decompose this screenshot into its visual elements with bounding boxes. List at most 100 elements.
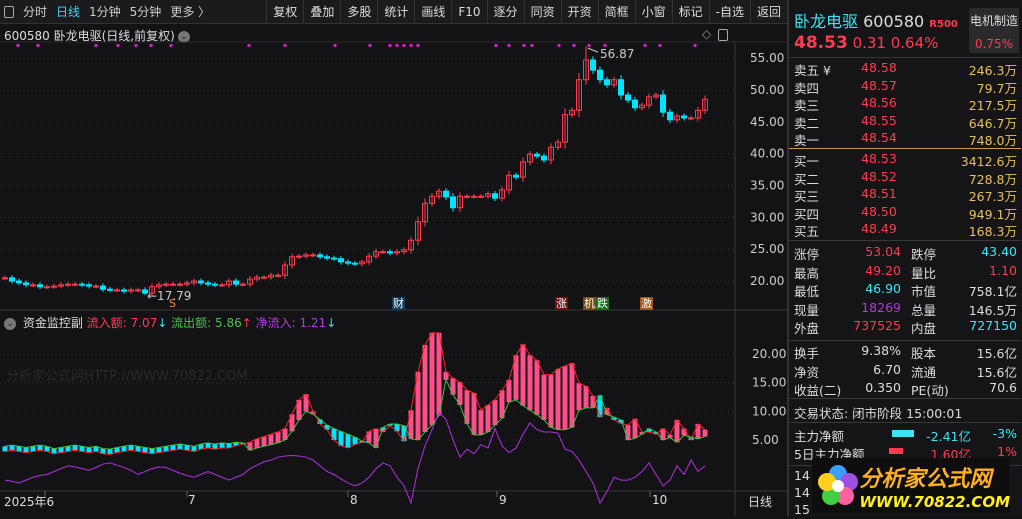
candle-body	[240, 283, 246, 286]
candle-body	[65, 283, 71, 286]
signal-marker	[643, 44, 647, 47]
flow-bar	[625, 425, 631, 440]
candle-body	[688, 117, 694, 120]
quote-cell: 3412.6万	[960, 154, 1017, 169]
candle-body	[352, 262, 358, 265]
collapse-icon[interactable]: ⌄	[4, 317, 16, 330]
quote-cell: 内盘	[911, 321, 937, 336]
quote-cell: 48.51	[861, 186, 897, 201]
signal-marker	[557, 44, 561, 47]
flow-bar	[492, 399, 498, 426]
quote-cell: 收益(二)	[794, 383, 842, 398]
signal-s[interactable]: S	[168, 297, 177, 310]
price-tick: 55.00	[750, 51, 784, 65]
candle-body	[261, 276, 267, 279]
signal-marker	[388, 44, 392, 47]
arrow-down-icon: ↓	[326, 316, 337, 330]
flow-bar	[702, 429, 708, 437]
quote-cell: 168.3万	[968, 224, 1017, 239]
quote-row: 买一 48.53 3412.6万	[789, 151, 1021, 169]
flow-bar	[261, 436, 267, 447]
quote-cell: 48.56	[861, 95, 897, 110]
candle-body	[310, 254, 316, 257]
candle-body	[324, 256, 330, 259]
quote-row: 换手 9.38% 股本 15.6亿	[789, 343, 1021, 361]
date-label: 8	[350, 493, 358, 507]
quote-cell: 外盘	[794, 321, 820, 336]
quote-cell: 79.7万	[976, 80, 1017, 96]
candle-body	[331, 257, 337, 260]
signal-marker	[36, 44, 40, 47]
flow-bar	[303, 394, 309, 412]
quote-row: 卖五 ¥ 48.58 246.3万	[789, 60, 1021, 78]
candle-body	[275, 274, 281, 277]
signal-fall[interactable]: 跌	[596, 297, 609, 310]
candle-body	[625, 94, 631, 101]
quote-cell: 728.8万	[968, 171, 1017, 187]
flow-bar	[576, 383, 582, 411]
quote-cell: 买五	[794, 224, 820, 239]
flow-bar	[555, 368, 561, 430]
signal-brown[interactable]: 机	[583, 297, 596, 310]
price-tick: 40.00	[750, 147, 784, 161]
sector-box[interactable]: 电机制造 0.75%	[969, 8, 1019, 53]
quote-row: 卖三 48.56 217.5万	[789, 95, 1021, 113]
quote-cell: 737525	[853, 318, 901, 333]
period-label[interactable]: 日线	[748, 493, 772, 510]
date-label: 7	[188, 493, 196, 507]
candle-body	[205, 282, 211, 285]
candle-body	[513, 174, 519, 178]
quote-cell: 48.54	[861, 130, 897, 145]
flow-bar	[520, 344, 526, 406]
flow-bar	[268, 434, 274, 445]
flow-bar	[534, 360, 540, 415]
flow-bar	[275, 431, 281, 443]
candle-body	[23, 282, 29, 286]
candle-body	[233, 280, 239, 285]
date-label: 9	[499, 493, 507, 507]
flow-bar	[345, 434, 351, 449]
quote-cell: 246.3万	[968, 63, 1017, 78]
flow-bar	[366, 431, 372, 443]
candle-body	[79, 283, 85, 286]
quote-cell: 卖四	[794, 80, 820, 96]
candle-body	[51, 285, 57, 288]
candle-body	[681, 115, 687, 119]
signal-marker	[409, 44, 413, 47]
signal-finance[interactable]: 财	[392, 297, 405, 310]
quote-cell: 6.70	[873, 361, 901, 377]
candle-body	[338, 258, 344, 263]
quote-cell: 48.52	[861, 168, 897, 184]
flow-bar	[478, 410, 484, 435]
quote-cell: 涨停	[794, 247, 820, 262]
signal-marker	[368, 44, 372, 47]
quote-cell: 9.38%	[861, 343, 901, 358]
quote-cell: 18269	[861, 299, 901, 315]
price-tick: 20.00	[750, 274, 784, 288]
candle-body	[86, 284, 92, 287]
watermark: 分析家公式网HTTP://WWW.70822.COM	[6, 369, 248, 384]
badge[interactable]: R500	[929, 19, 958, 30]
quote-cell: 15	[794, 502, 810, 517]
signal-marker	[658, 44, 662, 47]
quote-cell: 48.55	[861, 112, 897, 128]
candle-body	[16, 280, 22, 284]
candle-body	[632, 99, 638, 109]
candle-body	[30, 284, 36, 287]
quote-cell: 主力净额	[794, 429, 845, 444]
flow-tick: 20.00	[752, 347, 786, 361]
quote-cell: 70.6	[989, 380, 1017, 395]
candle-body	[163, 283, 169, 286]
kline-chart[interactable]: 55.00 50.00 45.00 40.00 35.00 30.00 25.00 20.00…	[0, 0, 787, 516]
signal-surge[interactable]: 激	[640, 297, 653, 310]
date-label: 2025年6	[4, 495, 55, 509]
signal-marker	[530, 44, 534, 47]
signal-marker	[116, 44, 120, 47]
quote-cell: 217.5万	[968, 98, 1017, 113]
signal-limit-up[interactable]: 涨	[555, 297, 568, 310]
signal-marker	[94, 44, 98, 47]
flow-bar	[695, 423, 701, 439]
quote-cell: 卖一	[794, 133, 820, 148]
quote-cell: 48.58	[861, 60, 897, 75]
candle-body	[660, 94, 666, 113]
